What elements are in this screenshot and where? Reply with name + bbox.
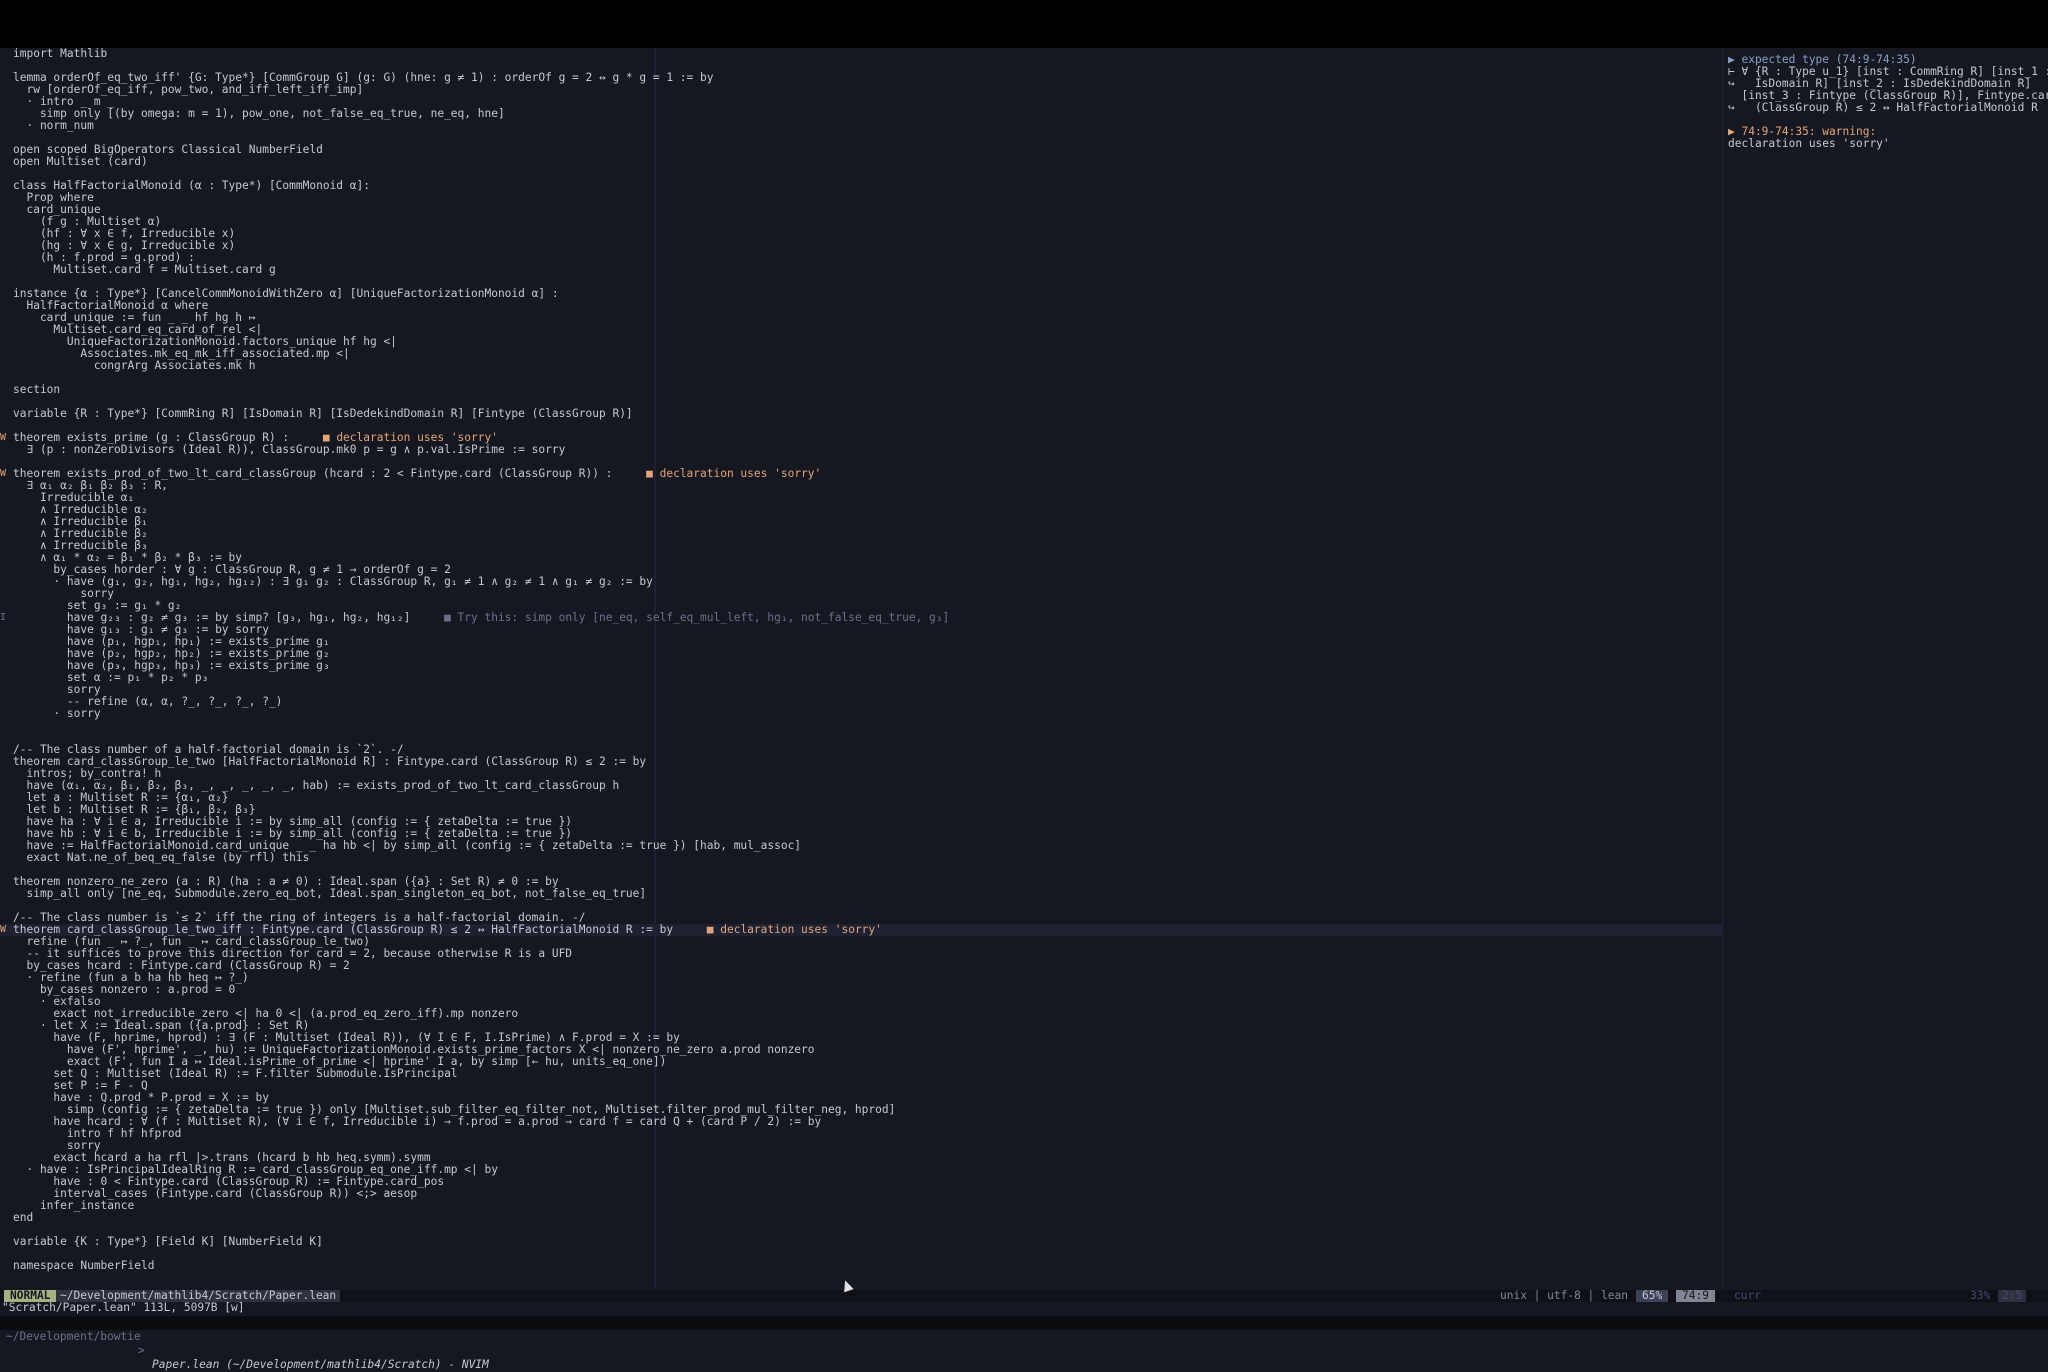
warning-sign-icon: W	[0, 468, 7, 479]
code-text: variable {R : Type*} [CommRing R] [IsDom…	[13, 407, 633, 420]
top-bar	[0, 0, 2048, 48]
code-line[interactable]: · refine (fun a b ha hb heq ↦ ?_)	[0, 972, 1722, 984]
code-line[interactable]: end	[0, 1212, 1722, 1224]
editor-pane[interactable]: import Mathlib lemma orderOf_eq_two_iff' …	[0, 48, 1722, 1288]
code-line[interactable]: have (α₁, α₂, β₁, β₂, β₃, _, _, _, _, _,…	[0, 780, 1722, 792]
code-line[interactable]: have (p₃, hgp₃, hp₃) := exists_prime g₃	[0, 660, 1722, 672]
diagnostic-virtual-text: ■ declaration uses 'sorry'	[646, 467, 822, 480]
code-line[interactable]: simp only [(by omega: m = 1), pow_one, n…	[0, 108, 1722, 120]
command-line[interactable]: "Scratch/Paper.lean" 113L, 5097B [w]	[2, 1302, 244, 1314]
code-line[interactable]: congrArg Associates.mk h	[0, 360, 1722, 372]
code-text: · sorry	[13, 707, 101, 720]
code-line[interactable]: Wtheorem exists_prod_of_two_lt_card_clas…	[0, 468, 1722, 480]
code-line[interactable]: ∧ Irreducible β₃	[0, 540, 1722, 552]
infoview-scroll-percent: 33%	[1970, 1289, 1991, 1302]
code-line[interactable]: (f g : Multiset α)	[0, 216, 1722, 228]
code-text: open Multiset (card)	[13, 155, 148, 168]
code-line[interactable]: sorry	[0, 588, 1722, 600]
code-line[interactable]: · norm_num	[0, 120, 1722, 132]
code-line[interactable]: variable {R : Type*} [CommRing R] [IsDom…	[0, 408, 1722, 420]
code-line[interactable]: variable {K : Type*} [Field K] [NumberFi…	[0, 1236, 1722, 1248]
code-line[interactable]: simp_all only [ne_eq, Submodule.zero_eq_…	[0, 888, 1722, 900]
code-line[interactable]: ∧ Irreducible β₂	[0, 528, 1722, 540]
code-line[interactable]: Multiset.card f = Multiset.card g	[0, 264, 1722, 276]
infoview-content: ▶ expected type (74:9-74:35) ⊢ ∀ {R : Typ…	[1723, 48, 2048, 150]
separator-icon: >	[138, 1344, 145, 1357]
code-text: congrArg Associates.mk h	[13, 359, 256, 372]
code-line[interactable]: section	[0, 384, 1722, 396]
diagnostic-virtual-text: ■ Try this: simp only [ne_eq, self_eq_mu…	[444, 611, 950, 624]
cursor-position: 74:9	[1676, 1290, 1715, 1302]
scroll-percent: 65%	[1636, 1290, 1669, 1302]
code-area[interactable]: import Mathlib lemma orderOf_eq_two_iff' …	[0, 48, 1722, 1272]
code-text: simp_all only [ne_eq, Submodule.zero_eq_…	[13, 887, 647, 900]
code-line[interactable]: instance {α : Type*} [CancelCommMonoidWi…	[0, 288, 1722, 300]
lean-infoview[interactable]: ▶ expected type (74:9-74:35) ⊢ ∀ {R : Typ…	[1722, 48, 2048, 1288]
code-line[interactable]: open Multiset (card)	[0, 156, 1722, 168]
code-line[interactable]: theorem card_classGroup_le_two [HalfFact…	[0, 756, 1722, 768]
code-text: variable {K : Type*} [Field K] [NumberFi…	[13, 1235, 323, 1248]
infoview-line: declaration uses 'sorry'	[1728, 137, 1890, 150]
code-text: section	[13, 383, 61, 396]
code-line[interactable]: set α := p₁ * p₂ * p₃	[0, 672, 1722, 684]
code-text: namespace NumberField	[13, 1259, 155, 1272]
file-format-info: unix | utf-8 | lean	[1500, 1289, 1628, 1302]
code-line[interactable]: HalfFactorialMonoid α where	[0, 300, 1722, 312]
code-line[interactable]: ∃ α₁ α₂ β₁ β₂ β₃ : R,	[0, 480, 1722, 492]
code-line[interactable]: open scoped BigOperators Classical Numbe…	[0, 144, 1722, 156]
code-line[interactable]: let a : Multiset R := {α₁, α₂}	[0, 792, 1722, 804]
code-line[interactable]: · sorry	[0, 708, 1722, 720]
infoview-cursor-position: 2:5	[1998, 1290, 2027, 1302]
code-line[interactable]	[0, 720, 1722, 732]
code-text: ∃ (p : nonZeroDivisors (Ideal R)), Class…	[13, 443, 566, 456]
code-text: exact Nat.ne_of_beq_eq_false (by rfl) th…	[13, 851, 310, 864]
terminal-title-bar: ~/Development/bowtie > Paper.lean (~/Dev…	[0, 1316, 2048, 1371]
code-line[interactable]: intro f hf hfprod	[0, 1128, 1722, 1140]
code-line[interactable]: infer_instance	[0, 1200, 1722, 1212]
code-line[interactable]: by_cases nonzero : a.prod = 0	[0, 984, 1722, 996]
window-title: Paper.lean (~/Development/mathlib4/Scrat…	[152, 1358, 489, 1371]
code-line[interactable]: Irreducible α₁	[0, 492, 1722, 504]
code-line[interactable]: class HalfFactorialMonoid (α : Type*) [C…	[0, 180, 1722, 192]
code-text: import Mathlib	[13, 48, 108, 60]
status-line: NORMAL ~/Development/mathlib4/Scratch/Pa…	[0, 1290, 2048, 1302]
infoview-status-label: curr	[1734, 1289, 1761, 1302]
warning-sign-icon: W	[0, 432, 7, 443]
code-line[interactable]: namespace NumberField	[0, 1260, 1722, 1272]
info-sign-icon: I	[0, 612, 7, 623]
code-line[interactable]: ∃ (p : nonZeroDivisors (Ideal R)), Class…	[0, 444, 1722, 456]
code-line[interactable]: card_unique	[0, 204, 1722, 216]
code-line[interactable]: import Mathlib	[0, 48, 1722, 60]
code-line[interactable]: set Q : Multiset (Ideal R) := F.filter S…	[0, 1068, 1722, 1080]
code-line[interactable]: (hg : ∀ x ∈ g, Irreducible x)	[0, 240, 1722, 252]
code-line[interactable]	[0, 372, 1722, 384]
infoview-line: ↪ (ClassGroup R) ≤ 2 ↔ HalfFactorialMono…	[1728, 101, 2038, 114]
code-line[interactable]: interval_cases (Fintype.card (ClassGroup…	[0, 1188, 1722, 1200]
code-line[interactable]: rw [orderOf_eq_iff, pow_two, and_iff_lef…	[0, 84, 1722, 96]
code-line[interactable]: ∧ Irreducible α₂	[0, 504, 1722, 516]
code-line[interactable]: -- refine (α, α, ?_, ?_, ?_, ?_)	[0, 696, 1722, 708]
code-line[interactable]: (hf : ∀ x ∈ f, Irreducible x)	[0, 228, 1722, 240]
code-line[interactable]: Prop where	[0, 192, 1722, 204]
code-line[interactable]: Associates.mk_eq_mk_iff_associated.mp <|	[0, 348, 1722, 360]
code-line[interactable]: have hcard : ∀ (f : Multiset R), (∀ i ∈ …	[0, 1116, 1722, 1128]
code-line[interactable]: by_cases hcard : Fintype.card (ClassGrou…	[0, 960, 1722, 972]
code-text: · norm_num	[13, 119, 94, 132]
code-line[interactable]: · have (g₁, g₂, hg₁, hg₂, hg₁₂) : ∃ g₁ g…	[0, 576, 1722, 588]
code-text: Multiset.card f = Multiset.card g	[13, 263, 276, 276]
cwd-path: ~/Development/bowtie	[6, 1330, 141, 1343]
code-line[interactable]: ∧ Irreducible β₁	[0, 516, 1722, 528]
diagnostic-virtual-text: ■ declaration uses 'sorry'	[706, 923, 882, 936]
code-text: end	[13, 1211, 34, 1224]
code-line[interactable]	[0, 1248, 1722, 1260]
warning-sign-icon: W	[0, 924, 7, 935]
code-line[interactable]: exact Nat.ne_of_beq_eq_false (by rfl) th…	[0, 852, 1722, 864]
